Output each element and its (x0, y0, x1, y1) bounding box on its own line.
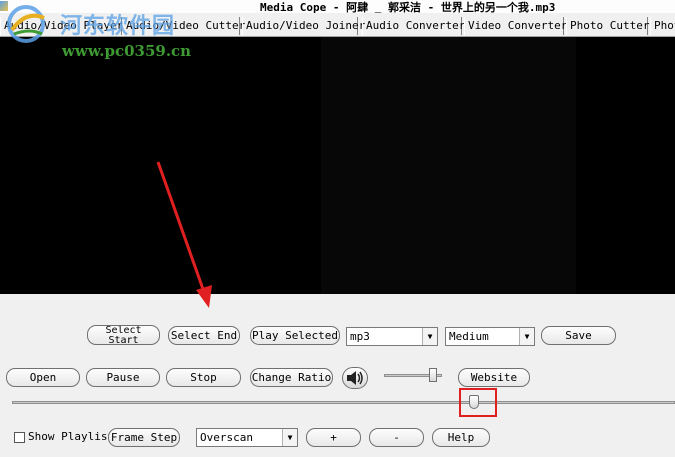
format-select-value: mp3 (350, 330, 370, 343)
annotation-highlight-box (459, 388, 497, 417)
chevron-down-icon: ▼ (422, 328, 437, 345)
scan-mode-value: Overscan (200, 431, 253, 444)
help-button[interactable]: Help (432, 428, 490, 447)
watermark-logo-icon (7, 5, 45, 43)
play-selected-button[interactable]: Play Selected (250, 326, 340, 345)
end-time: 0:1:9 (179, 281, 213, 294)
start-time: 0:0:23 (100, 281, 140, 294)
change-ratio-button[interactable]: Change Ratio (250, 368, 333, 387)
select-start-button[interactable]: Select Start (87, 325, 160, 345)
frame-step-button[interactable]: Frame Step (108, 428, 180, 447)
format-select[interactable]: mp3 ▼ (346, 327, 438, 346)
total-time: 0:0:46 (272, 281, 312, 294)
window-title: Media Cope - 阿肆 _ 郭采洁 - 世界上的另一个我.mp3 (260, 1, 556, 13)
select-start-label-line2: Start (108, 335, 139, 345)
volume-slider-thumb[interactable] (429, 368, 437, 382)
plus-button[interactable]: + (306, 428, 361, 447)
show-playlist-label: Show Playlist (28, 430, 115, 443)
show-playlist-checkbox[interactable] (14, 432, 25, 443)
seek-slider-track[interactable] (12, 401, 675, 404)
tab-video-converter[interactable]: Video Converter (464, 17, 567, 35)
tab-photo[interactable]: Photo (650, 17, 675, 35)
tab-photo-cutter[interactable]: Photo Cutter (566, 17, 649, 35)
tab-audio-converter[interactable]: Audio Converter (362, 17, 465, 35)
scan-mode-select[interactable]: Overscan ▼ (196, 428, 298, 447)
chevron-down-icon: ▼ (519, 328, 534, 345)
website-button[interactable]: Website (458, 368, 530, 387)
video-frame (321, 37, 576, 294)
select-end-button[interactable]: Select End (168, 326, 240, 345)
quality-select[interactable]: Medium ▼ (445, 327, 535, 346)
stop-button[interactable]: Stop (166, 368, 241, 387)
chevron-down-icon: ▼ (282, 429, 297, 446)
tab-audio-video-joiner[interactable]: Audio/Video Joiner (242, 17, 365, 35)
pause-button[interactable]: Pause (86, 368, 160, 387)
watermark-text: 河东软件园 (60, 13, 176, 39)
video-display[interactable] (0, 37, 675, 294)
watermark-url: www.pc0359.cn (62, 42, 192, 60)
open-button[interactable]: Open (6, 368, 80, 387)
speaker-icon (347, 371, 363, 385)
volume-button[interactable] (342, 367, 368, 389)
quality-select-value: Medium (449, 330, 489, 343)
save-button[interactable]: Save (541, 326, 616, 345)
minus-button[interactable]: - (369, 428, 424, 447)
